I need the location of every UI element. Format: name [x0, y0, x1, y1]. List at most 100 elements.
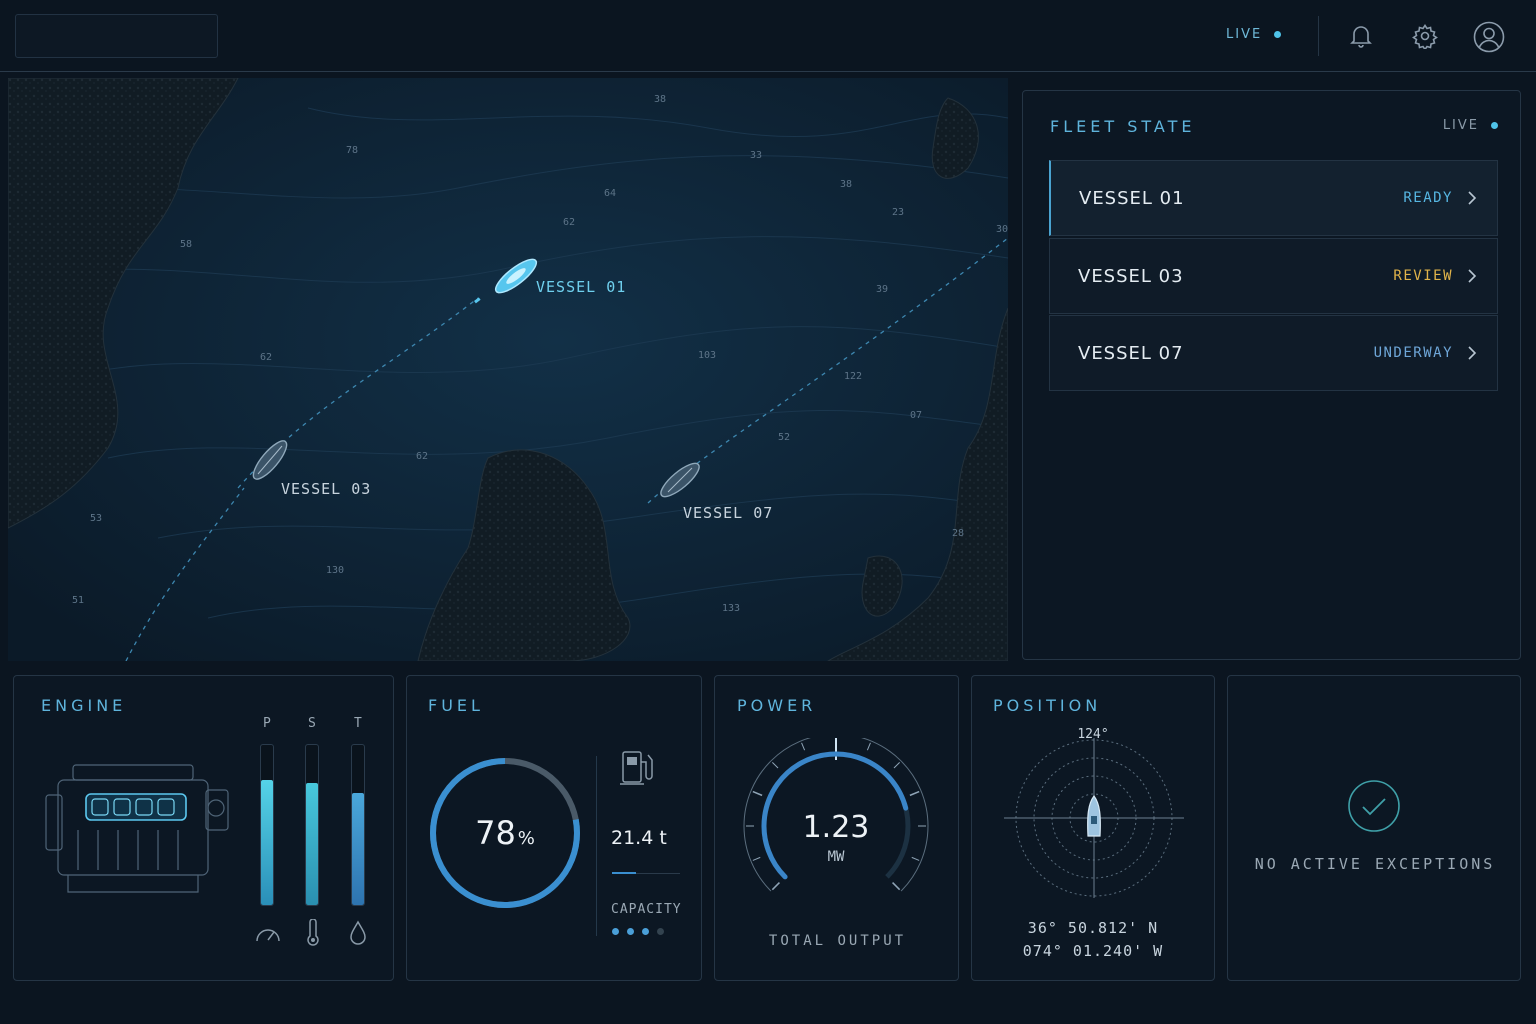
capacity-label: CAPACITY: [611, 902, 682, 917]
bell-icon[interactable]: [1345, 20, 1377, 52]
depth-label: 122: [844, 371, 862, 382]
vessel-01-label[interactable]: VESSEL 01: [536, 278, 626, 296]
temperature-bar-fill: [352, 793, 364, 905]
engine-title: ENGINE: [41, 696, 127, 715]
fleet-row-name: VESSEL 03: [1078, 265, 1184, 287]
brand-placeholder: [15, 14, 218, 58]
depth-label: 58: [180, 239, 192, 250]
depth-label: 23: [892, 207, 904, 218]
live-label: LIVE: [1226, 27, 1263, 42]
fuel-divider: [596, 756, 597, 936]
position-panel: POSITION 124° 36° 50.812' N 074° 01.240'…: [971, 675, 1215, 981]
engine-icon: [45, 764, 229, 893]
top-bar: LIVE: [0, 0, 1536, 72]
fuel-title: FUEL: [428, 696, 484, 715]
depth-label: 28: [952, 528, 964, 539]
bar-label-p: P: [263, 716, 271, 731]
gauge-tick: [752, 790, 763, 797]
thermometer-icon: [307, 919, 319, 946]
gauge-tick: [771, 882, 780, 891]
depth-label: 133: [722, 603, 740, 614]
fleet-state-title: FLEET STATE: [1050, 117, 1196, 136]
power-caption: TOTAL OUTPUT: [768, 933, 907, 949]
longitude-readout: 074° 01.240' W: [1022, 942, 1164, 960]
depth-label: 51: [72, 595, 84, 606]
depth-label: 52: [778, 432, 790, 443]
status-label: REVIEW: [1393, 268, 1453, 284]
fleet-row-status: READY: [1403, 190, 1477, 206]
fleet-live-indicator: LIVE: [1443, 118, 1498, 133]
depth-label: 53: [90, 513, 102, 524]
fleet-row-name: VESSEL 01: [1079, 187, 1185, 209]
power-value: 1.23: [802, 810, 870, 845]
depth-label: 30: [996, 224, 1008, 235]
fleet-row-vessel-01[interactable]: VESSEL 01 READY: [1049, 160, 1498, 236]
user-avatar-icon[interactable]: [1472, 20, 1506, 54]
gear-icon[interactable]: [1409, 20, 1441, 52]
bar-label-t: T: [354, 716, 362, 731]
gauge-tick: [801, 742, 806, 751]
gauge-icon: [256, 929, 280, 942]
fuel-amount: 21.4 t: [611, 827, 667, 849]
own-ship-icon: [1087, 794, 1101, 837]
depth-label: 130: [326, 565, 344, 576]
power-title: POWER: [737, 696, 817, 715]
depth-label: 62: [416, 451, 428, 462]
status-label: UNDERWAY: [1373, 345, 1453, 361]
status-label: READY: [1403, 190, 1453, 206]
bar-label-s: S: [308, 716, 316, 731]
power-unit: MW: [827, 849, 845, 865]
chevron-right-icon: [1468, 269, 1477, 283]
fleet-map[interactable]: 38 78 33 64 38 62 23 58 39 62 103 122 07 52 62 53 130 51 1…: [8, 78, 1008, 661]
drop-icon: [350, 920, 366, 945]
gauge-tick: [772, 762, 779, 769]
exceptions-panel: NO ACTIVE EXCEPTIONS: [1227, 675, 1521, 981]
gauge-tick: [892, 882, 901, 891]
depth-label: 78: [346, 145, 358, 156]
fleet-live-dot-icon: [1491, 122, 1498, 129]
fuel-panel: FUEL 78% 21.4 t CAPACITY: [406, 675, 702, 981]
capacity-dots: [612, 928, 664, 935]
pressure-bar: [260, 744, 274, 906]
chevron-right-icon: [1468, 346, 1477, 360]
fuel-percent: 78: [475, 814, 516, 852]
fleet-row-name: VESSEL 07: [1078, 342, 1184, 364]
live-dot-icon: [1274, 31, 1282, 38]
divider: [1318, 16, 1319, 56]
fuel-amount-rule: [612, 872, 680, 874]
capacity-dot: [627, 928, 634, 935]
fleet-row-vessel-03[interactable]: VESSEL 03 REVIEW: [1049, 238, 1498, 314]
capacity-dot: [657, 928, 664, 935]
fuel-percent-unit: %: [517, 828, 535, 849]
fleet-state-panel: FLEET STATE LIVE VESSEL 01 READY VESSEL …: [1022, 90, 1521, 660]
fleet-row-vessel-07[interactable]: VESSEL 07 UNDERWAY: [1049, 315, 1498, 391]
depth-label: 33: [750, 150, 762, 161]
gauge-tick: [893, 762, 900, 769]
speed-bar-fill: [306, 783, 318, 905]
gauge-tick: [866, 742, 871, 751]
depth-label: 103: [698, 350, 716, 361]
vessel-03-label[interactable]: VESSEL 03: [281, 480, 371, 498]
capacity-dot: [612, 928, 619, 935]
pressure-bar-fill: [261, 780, 273, 905]
fleet-live-label: LIVE: [1442, 118, 1479, 133]
power-panel: POWER 1.23 MW TOTAL OUTPUT: [714, 675, 959, 981]
gauge-tick: [909, 790, 920, 797]
fleet-row-status: REVIEW: [1393, 268, 1477, 284]
fuel-percent-readout: 78%: [426, 814, 584, 852]
depth-label: 07: [910, 410, 922, 421]
map-canvas: 38 78 33 64 38 62 23 58 39 62 103 122 07 52 62 53 130 51 1…: [8, 78, 1008, 661]
depth-label: 39: [876, 284, 888, 295]
fleet-row-status: UNDERWAY: [1374, 345, 1477, 361]
vessel-07-label[interactable]: VESSEL 07: [683, 504, 773, 522]
live-indicator: LIVE: [1226, 27, 1282, 42]
position-title: POSITION: [993, 696, 1102, 715]
depth-label: 38: [654, 94, 666, 105]
depth-label: 62: [260, 352, 272, 363]
depth-label: 38: [840, 179, 852, 190]
depth-label: 62: [563, 217, 575, 228]
chevron-right-icon: [1468, 191, 1477, 205]
position-compass: [1004, 738, 1184, 898]
speed-bar: [305, 744, 319, 906]
engine-panel: ENGINE P S T: [13, 675, 394, 981]
